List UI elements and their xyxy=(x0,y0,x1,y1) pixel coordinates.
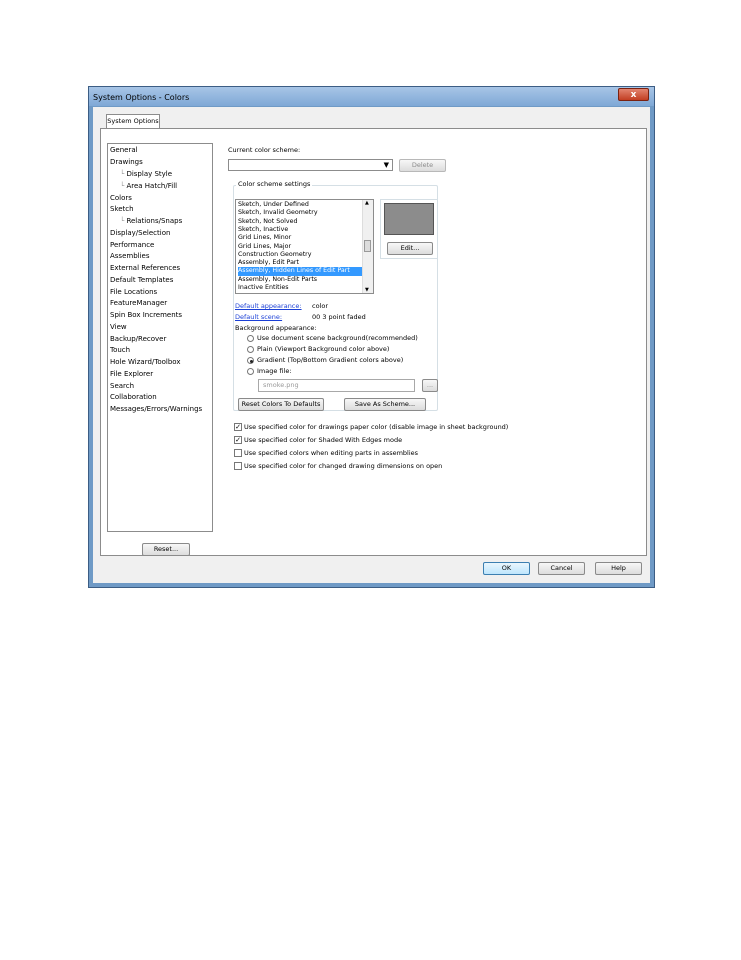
browse-button[interactable]: ... xyxy=(422,379,438,392)
radio-label: Image file: xyxy=(257,367,292,375)
radio-plain[interactable] xyxy=(247,346,254,353)
tree-item-hole-wizard[interactable]: Hole Wizard/Toolbox xyxy=(110,358,181,366)
tree-connector: └ xyxy=(120,182,125,190)
tab-system-options[interactable]: System Options xyxy=(106,114,160,128)
list-item-selected[interactable]: Assembly, Hidden Lines of Edit Part xyxy=(238,267,363,276)
background-appearance-label: Background appearance: xyxy=(235,324,317,332)
list-item[interactable]: Assembly, Non-Edit Parts xyxy=(238,276,363,284)
tree-item-file-explorer[interactable]: File Explorer xyxy=(110,370,153,378)
checkbox-label: Use specified color for changed drawing … xyxy=(244,462,443,470)
radio-document-scene[interactable] xyxy=(247,335,254,342)
tree-item-display-selection[interactable]: Display/Selection xyxy=(110,229,170,237)
tree-item-performance[interactable]: Performance xyxy=(110,241,154,249)
group-label: Color scheme settings xyxy=(236,180,313,188)
tree-connector: └ xyxy=(120,170,125,178)
default-appearance-value: color xyxy=(312,302,329,310)
list-scrollbar[interactable]: ▲ ▼ xyxy=(362,200,373,293)
tree-item-label: Relations/Snaps xyxy=(126,217,183,225)
save-as-scheme-button[interactable]: Save As Scheme... xyxy=(344,398,426,411)
radio-label: Gradient (Top/Bottom Gradient colors abo… xyxy=(257,356,404,364)
checkbox-label: Use specified colors when editing parts … xyxy=(244,449,419,457)
ok-button[interactable]: OK xyxy=(483,562,530,575)
tree-item-external-references[interactable]: External References xyxy=(110,264,180,272)
reset-colors-button[interactable]: Reset Colors To Defaults xyxy=(238,398,324,411)
tree-item-display-style[interactable]: └ Display Style xyxy=(120,170,172,178)
edit-color-button[interactable]: Edit... xyxy=(387,242,433,255)
list-item[interactable]: Inactive Entities xyxy=(238,284,363,292)
radio-gradient[interactable] xyxy=(247,357,254,364)
list-item[interactable]: Grid Lines, Minor xyxy=(238,234,363,242)
options-tree: General Drawings └ Display Style └ Area … xyxy=(107,143,213,532)
tree-item-area-hatch[interactable]: └ Area Hatch/Fill xyxy=(120,182,177,190)
scroll-up-icon[interactable]: ▲ xyxy=(365,200,369,206)
checkbox-label: Use specified color for drawings paper c… xyxy=(244,423,509,431)
window-title: System Options - Colors xyxy=(93,93,190,102)
scheme-dropdown[interactable]: ▼ xyxy=(228,159,393,171)
checkbox-paper-color[interactable]: ✓ xyxy=(234,423,242,431)
checkbox-changed-dimensions[interactable] xyxy=(234,462,242,470)
scheme-label: Current color scheme: xyxy=(228,146,301,154)
dialog-client: System Options General Drawings └ Displa… xyxy=(93,107,650,583)
tree-item-collaboration[interactable]: Collaboration xyxy=(110,393,157,401)
title-bar[interactable]: System Options - Colors x xyxy=(89,87,654,106)
tree-item-view[interactable]: View xyxy=(110,323,127,331)
list-item[interactable]: Sketch, Invalid Geometry xyxy=(238,209,363,217)
delete-button[interactable]: Delete xyxy=(399,159,446,172)
tree-item-spin-box[interactable]: Spin Box Increments xyxy=(110,311,182,319)
tree-item-backup-recover[interactable]: Backup/Recover xyxy=(110,335,166,343)
radio-label: Use document scene background(recommende… xyxy=(257,334,418,342)
tree-item-messages[interactable]: Messages/Errors/Warnings xyxy=(110,405,202,413)
tree-item-colors[interactable]: Colors xyxy=(110,194,132,202)
close-button[interactable]: x xyxy=(618,88,649,101)
reset-button[interactable]: Reset... xyxy=(142,543,190,556)
tree-item-label: Area Hatch/Fill xyxy=(126,182,178,190)
tree-item-sketch[interactable]: Sketch xyxy=(110,205,134,213)
cancel-button[interactable]: Cancel xyxy=(538,562,585,575)
tree-item-default-templates[interactable]: Default Templates xyxy=(110,276,173,284)
default-scene-link[interactable]: Default scene: xyxy=(235,313,282,321)
checkbox-editing-parts[interactable] xyxy=(234,449,242,457)
tree-item-file-locations[interactable]: File Locations xyxy=(110,288,157,296)
tree-item-search[interactable]: Search xyxy=(110,382,134,390)
scroll-thumb[interactable] xyxy=(364,240,371,252)
radio-image-file[interactable] xyxy=(247,368,254,375)
chevron-down-icon: ▼ xyxy=(383,161,389,169)
list-item[interactable]: Assembly, Edit Part xyxy=(238,259,363,267)
tree-item-touch[interactable]: Touch xyxy=(110,346,130,354)
color-swatch xyxy=(384,203,434,235)
options-panel: General Drawings └ Display Style └ Area … xyxy=(100,128,647,556)
scroll-down-icon[interactable]: ▼ xyxy=(365,287,369,293)
checkmark-icon: ✓ xyxy=(235,423,241,431)
checkbox-shaded-edges[interactable]: ✓ xyxy=(234,436,242,444)
checkbox-label: Use specified color for Shaded With Edge… xyxy=(244,436,403,444)
tree-item-drawings[interactable]: Drawings xyxy=(110,158,143,166)
checkmark-icon: ✓ xyxy=(235,436,241,444)
radio-label: Plain (Viewport Background color above) xyxy=(257,345,390,353)
list-item[interactable]: Sketch, Under Defined xyxy=(238,201,363,209)
help-button[interactable]: Help xyxy=(595,562,642,575)
list-item[interactable]: Grid Lines, Major xyxy=(238,243,363,251)
default-appearance-link[interactable]: Default appearance: xyxy=(235,302,302,310)
tree-item-label: Display Style xyxy=(126,170,173,178)
tree-connector: └ xyxy=(120,217,125,225)
list-item[interactable]: Construction Geometry xyxy=(238,251,363,259)
tree-item-assemblies[interactable]: Assemblies xyxy=(110,252,150,260)
system-options-dialog: System Options - Colors x System Options… xyxy=(88,86,655,588)
tree-item-relations-snaps[interactable]: └ Relations/Snaps xyxy=(120,217,182,225)
tree-item-general[interactable]: General xyxy=(110,146,138,154)
tree-item-featuremanager[interactable]: FeatureManager xyxy=(110,299,167,307)
default-scene-value: 00 3 point faded xyxy=(312,313,366,321)
color-settings-list[interactable]: Sketch, Under Defined Sketch, Invalid Ge… xyxy=(235,199,374,294)
list-item[interactable]: Sketch, Inactive xyxy=(238,226,363,234)
list-item[interactable]: Sketch, Not Solved xyxy=(238,218,363,226)
image-file-input[interactable]: smoke.png xyxy=(258,379,415,392)
